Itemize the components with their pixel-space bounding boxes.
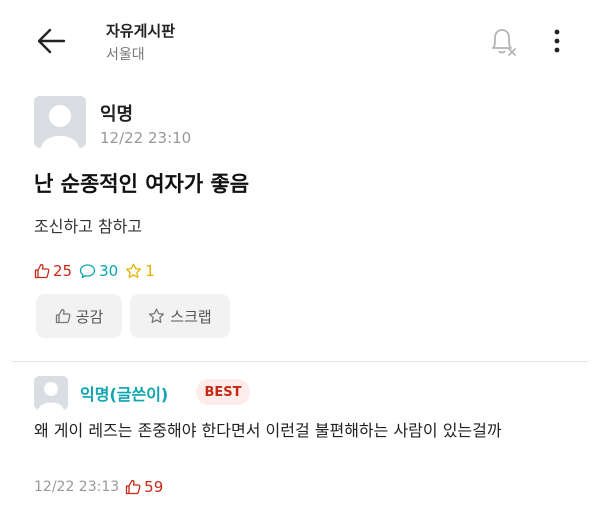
best-badge: BEST: [196, 379, 250, 405]
comment-author: 익명(글쓴이): [80, 385, 169, 404]
divider: [12, 361, 588, 362]
thumbs-up-icon: [34, 263, 50, 279]
comment-like-value: 59: [144, 478, 164, 496]
scrap-count-value: 1: [145, 262, 155, 280]
thumbs-up-icon: [126, 479, 141, 495]
back-arrow-icon[interactable]: [34, 26, 68, 56]
comment-bubble-icon: [79, 264, 96, 279]
scrap-count: 1: [125, 262, 155, 280]
notification-off-icon[interactable]: [486, 24, 520, 58]
comment-meta: 12/22 23:13 59: [34, 478, 163, 496]
more-vertical-icon[interactable]: [546, 26, 568, 56]
comment-like-count[interactable]: 59: [125, 478, 163, 496]
thumbs-up-icon: [55, 308, 71, 324]
board-school: 서울대: [106, 47, 145, 63]
like-count: 25: [34, 262, 72, 280]
avatar-icon: [34, 96, 86, 148]
scrap-button-label: 스크랩: [170, 307, 212, 326]
scrap-button[interactable]: 스크랩: [130, 294, 230, 338]
like-count-value: 25: [53, 262, 73, 280]
comment-count-value: 30: [99, 262, 119, 280]
comment-count: 30: [79, 262, 118, 280]
post-stats: 25 30 1: [34, 262, 162, 280]
post-body: 조신하고 참하고: [34, 217, 143, 236]
star-icon: [126, 263, 142, 278]
comment-date: 12/22 23:13: [34, 479, 120, 495]
post-title: 난 순종적인 여자가 좋음: [34, 172, 250, 196]
comment-body: 왜 게이 레즈는 존중해야 한다면서 이런걸 불편해하는 사람이 있는걸까: [34, 421, 502, 440]
board-title: 자유게시판: [106, 22, 176, 40]
star-icon: [149, 308, 165, 323]
like-button[interactable]: 공감: [36, 294, 122, 338]
post-author: 익명: [100, 104, 134, 125]
like-button-label: 공감: [75, 307, 104, 326]
post-date: 12/22 23:10: [100, 129, 192, 147]
comment-avatar-icon: [34, 376, 68, 410]
